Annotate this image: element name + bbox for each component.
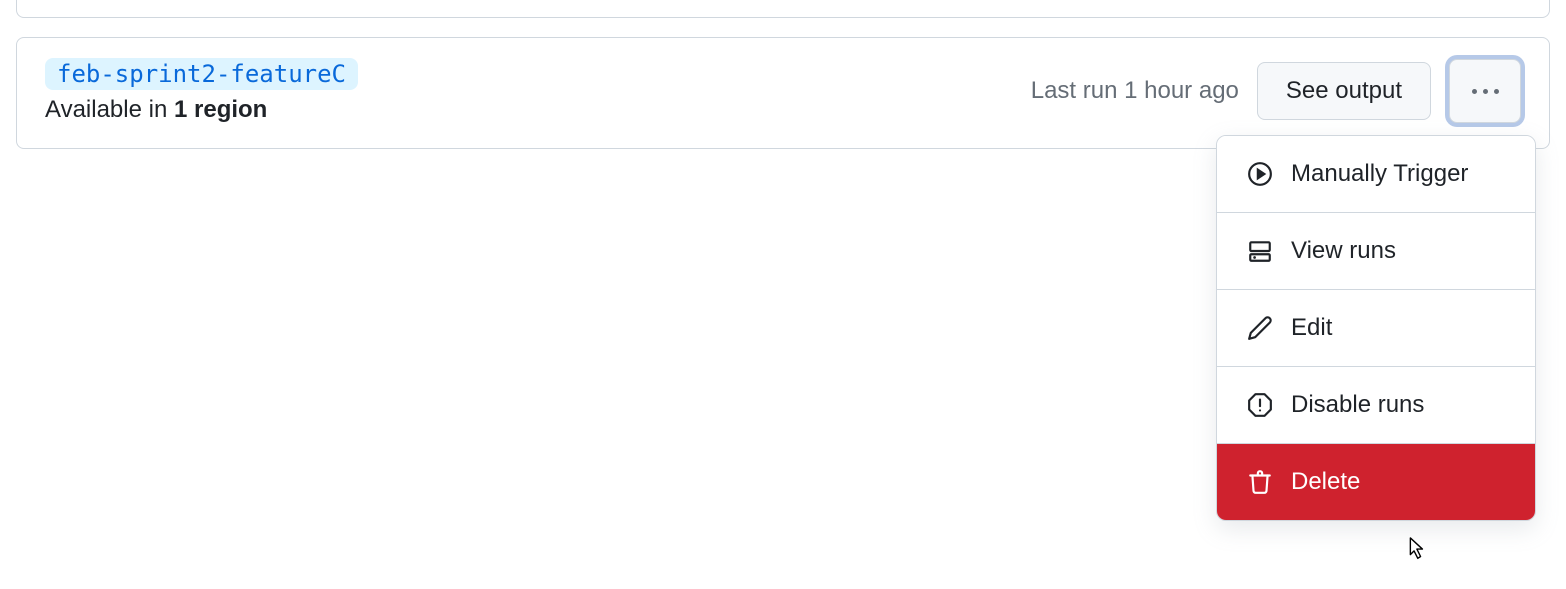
pencil-icon: [1247, 315, 1273, 341]
more-actions-button[interactable]: [1449, 59, 1521, 123]
menu-manually-trigger[interactable]: Manually Trigger: [1217, 136, 1535, 213]
trash-icon: [1247, 469, 1273, 495]
play-circle-icon: [1247, 161, 1273, 187]
card-info: feb-sprint2-featureC Available in 1 regi…: [45, 58, 358, 124]
menu-item-label: Edit: [1291, 314, 1332, 342]
previous-card-bottom: [16, 0, 1550, 18]
availability-prefix: Available in: [45, 96, 174, 123]
server-icon: [1247, 238, 1273, 264]
availability-text: Available in 1 region: [45, 96, 358, 124]
menu-item-label: Disable runs: [1291, 391, 1424, 419]
cursor-pointer-icon: [1402, 536, 1428, 564]
see-output-button[interactable]: See output: [1257, 62, 1431, 120]
availability-count: 1 region: [174, 96, 267, 123]
last-run-text: Last run 1 hour ago: [1031, 77, 1239, 105]
ellipsis-icon: [1472, 89, 1499, 94]
pipeline-card: feb-sprint2-featureC Available in 1 regi…: [16, 37, 1550, 149]
menu-disable-runs[interactable]: Disable runs: [1217, 367, 1535, 444]
alert-octagon-icon: [1247, 392, 1273, 418]
card-actions: Last run 1 hour ago See output: [1031, 59, 1521, 123]
pipeline-tag: feb-sprint2-featureC: [45, 58, 358, 90]
actions-dropdown: Manually Trigger View runs Edit: [1216, 135, 1536, 521]
menu-view-runs[interactable]: View runs: [1217, 213, 1535, 290]
menu-delete[interactable]: Delete: [1217, 444, 1535, 520]
menu-item-label: Delete: [1291, 468, 1360, 496]
menu-edit[interactable]: Edit: [1217, 290, 1535, 367]
menu-item-label: View runs: [1291, 237, 1396, 265]
menu-item-label: Manually Trigger: [1291, 160, 1468, 188]
